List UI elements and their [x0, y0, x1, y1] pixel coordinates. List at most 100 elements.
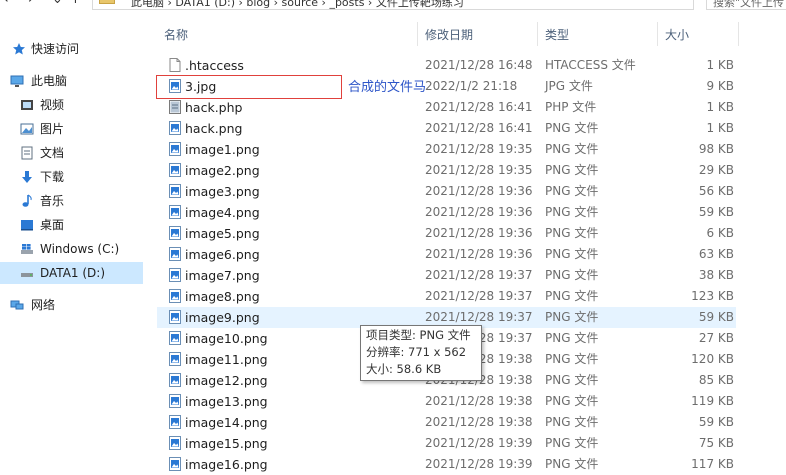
file-row[interactable]: image2.png 2021/12/28 19:35 PNG 文件 29 KB: [157, 160, 736, 181]
sidebar-item-downloads[interactable]: 下载: [0, 166, 143, 188]
column-divider[interactable]: [537, 22, 538, 46]
sidebar-item-windows-c[interactable]: Windows (C:): [0, 238, 143, 260]
file-size: 59 KB: [698, 310, 734, 324]
file-type: PHP 文件: [545, 100, 597, 114]
file-date: 2021/12/28 19:37: [425, 268, 533, 282]
file-row[interactable]: image4.png 2021/12/28 19:36 PNG 文件 59 KB: [157, 202, 736, 223]
sidebar-item-documents[interactable]: 文档: [0, 142, 143, 164]
file-name: image1.png: [185, 142, 260, 157]
sidebar-item-desktop[interactable]: 桌面: [0, 214, 143, 236]
file-date: 2021/12/28 19:36: [425, 226, 533, 240]
file-row[interactable]: hack.png 2021/12/28 16:41 PNG 文件 1 KB: [157, 118, 736, 139]
file-row[interactable]: image7.png 2021/12/28 19:37 PNG 文件 38 KB: [157, 265, 736, 286]
file-date: 2021/12/28 19:36: [425, 205, 533, 219]
file-name: image11.png: [185, 352, 268, 367]
file-size: 120 KB: [691, 352, 734, 366]
image-file-icon: [169, 247, 181, 261]
file-name: image15.png: [185, 436, 268, 451]
file-row[interactable]: image13.png 2021/12/28 19:38 PNG 文件 119 KB: [157, 391, 736, 412]
column-header-size[interactable]: 大小: [665, 24, 689, 46]
download-icon: [22, 171, 32, 183]
image-file-icon: [169, 163, 181, 177]
file-row[interactable]: image5.png 2021/12/28 19:36 PNG 文件 6 KB: [157, 223, 736, 244]
file-row[interactable]: hack.php 2021/12/28 16:41 PHP 文件 1 KB: [157, 97, 736, 118]
column-divider[interactable]: [657, 22, 658, 46]
file-row[interactable]: .htaccess 2021/12/28 16:48 HTACCESS 文件 1 KB: [157, 55, 736, 76]
file-type: PNG 文件: [545, 268, 599, 282]
file-row[interactable]: image14.png 2021/12/28 19:38 PNG 文件 59 KB: [157, 412, 736, 433]
file-name: image12.png: [185, 373, 268, 388]
file-size: 6 KB: [706, 226, 734, 240]
forward-arrow-icon[interactable]: →: [22, 0, 33, 7]
file-size: 9 KB: [706, 79, 734, 93]
image-file-icon: [169, 205, 181, 219]
file-name: hack.php: [185, 100, 243, 115]
file-size: 59 KB: [698, 205, 734, 219]
file-row[interactable]: image15.png 2021/12/28 19:39 PNG 文件 75 KB: [157, 433, 736, 454]
column-header-name[interactable]: 名称: [164, 24, 188, 46]
sidebar-item-videos[interactable]: 视频: [0, 94, 143, 116]
column-divider[interactable]: [417, 22, 418, 46]
file-row[interactable]: image6.png 2021/12/28 19:36 PNG 文件 63 KB: [157, 244, 736, 265]
file-name: image9.png: [185, 310, 260, 325]
file-name: image10.png: [185, 331, 268, 346]
sidebar-item-label: DATA1 (D:): [40, 266, 106, 280]
file-tooltip: 项目类型: PNG 文件 分辨率: 771 x 562 大小: 58.6 KB: [360, 325, 482, 381]
image-file-icon: [169, 142, 181, 156]
file-name: image6.png: [185, 247, 260, 262]
php-file-icon: [169, 100, 181, 114]
sidebar-item-network[interactable]: 网络: [0, 294, 143, 316]
sidebar-item-pictures[interactable]: 图片: [0, 118, 143, 140]
file-type: PNG 文件: [545, 373, 599, 387]
file-date: 2021/12/28 19:36: [425, 184, 533, 198]
column-divider[interactable]: [738, 22, 739, 46]
file-name: image3.png: [185, 184, 260, 199]
image-file-icon: [169, 352, 181, 366]
file-type: HTACCESS 文件: [545, 58, 636, 72]
file-size: 123 KB: [691, 289, 734, 303]
file-row[interactable]: image1.png 2021/12/28 19:35 PNG 文件 98 KB: [157, 139, 736, 160]
music-icon: [22, 194, 32, 207]
file-row[interactable]: image3.png 2021/12/28 19:36 PNG 文件 56 KB: [157, 181, 736, 202]
file-date: 2021/12/28 19:38: [425, 415, 533, 429]
file-name: image7.png: [185, 268, 260, 283]
up-arrow-icon[interactable]: ↑: [70, 0, 81, 7]
blank-file-icon: [169, 58, 181, 72]
file-row[interactable]: image8.png 2021/12/28 19:37 PNG 文件 123 KB: [157, 286, 736, 307]
file-size: 38 KB: [698, 268, 734, 282]
back-arrow-icon[interactable]: ←: [4, 0, 15, 7]
file-type: PNG 文件: [545, 247, 599, 261]
sidebar-item-label: 桌面: [40, 218, 65, 232]
file-type: PNG 文件: [545, 142, 599, 156]
search-input[interactable]: 搜索"文件上传: [706, 0, 786, 10]
file-name: image5.png: [185, 226, 260, 241]
file-name: image13.png: [185, 394, 268, 409]
tooltip-type: 项目类型: PNG 文件: [366, 328, 471, 342]
sidebar-item-this-pc[interactable]: 此电脑: [0, 70, 143, 92]
file-type: PNG 文件: [545, 415, 599, 429]
pictures-icon: [20, 123, 34, 135]
tooltip-resolution: 分辨率: 771 x 562: [366, 345, 467, 359]
file-type: PNG 文件: [545, 184, 599, 198]
file-date: 2021/12/28 19:36: [425, 247, 533, 261]
column-header-date[interactable]: 修改日期: [425, 24, 473, 46]
address-bar[interactable]: 此电脑 › DATA1 (D:) › blog › source › _post…: [92, 0, 694, 10]
file-type: PNG 文件: [545, 226, 599, 240]
sidebar-item-label: Windows (C:): [40, 242, 120, 256]
file-type: PNG 文件: [545, 163, 599, 177]
highlight-box: [156, 75, 342, 99]
sidebar-item-quick-access[interactable]: 快速访问: [0, 38, 143, 60]
file-size: 63 KB: [698, 247, 734, 261]
sidebar-item-music[interactable]: 音乐: [0, 190, 143, 212]
recent-dropdown-icon[interactable]: ⌄: [52, 0, 63, 7]
file-type: PNG 文件: [545, 352, 599, 366]
file-date: 2021/12/28 16:48: [425, 58, 533, 72]
image-file-icon: [169, 121, 181, 135]
search-placeholder: 搜索"文件上传: [713, 0, 785, 9]
file-type: PNG 文件: [545, 394, 599, 408]
image-file-icon: [169, 457, 181, 471]
desktop-icon: [21, 220, 33, 231]
sidebar-item-data1-d[interactable]: DATA1 (D:): [0, 262, 143, 284]
annotation-label: 合成的文件马: [348, 80, 427, 95]
column-header-type[interactable]: 类型: [545, 24, 569, 46]
